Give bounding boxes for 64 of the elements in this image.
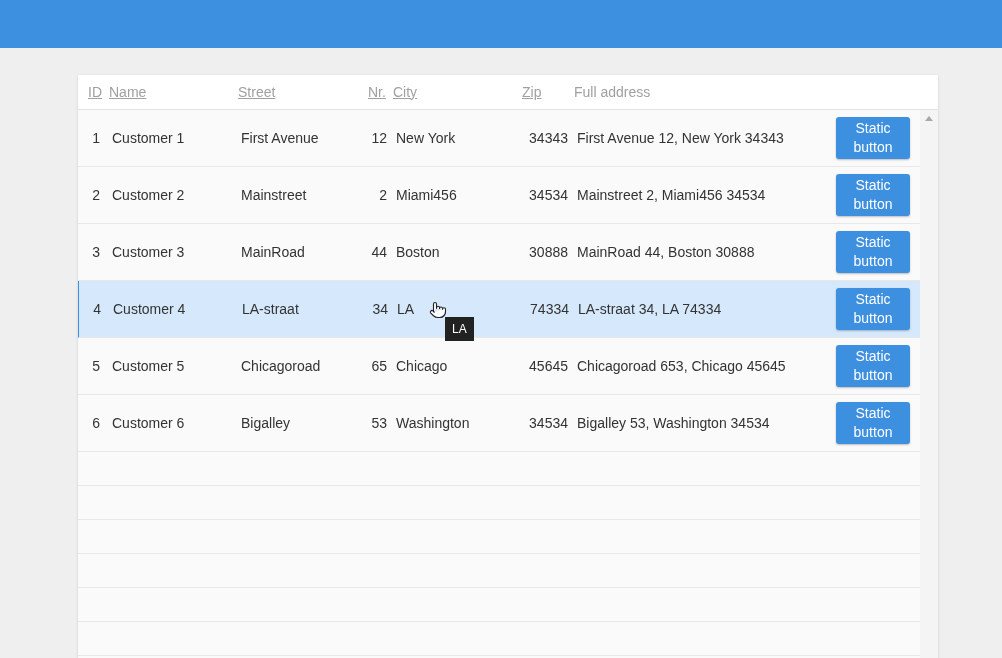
table-cell-text: 53 <box>370 413 388 433</box>
static-button[interactable]: Static button <box>836 174 910 216</box>
static-button[interactable]: Static button <box>836 288 910 330</box>
table-cell-text: 34 <box>371 299 389 319</box>
table-cell: Miami456 <box>396 186 457 203</box>
table-cell-text: Bigalley <box>240 413 292 433</box>
table-cell-text: LA-straat 34, LA 74334 <box>577 299 723 319</box>
column-header[interactable]: Street <box>238 83 276 100</box>
table-cell-text: Customer 1 <box>111 128 186 148</box>
table-cell-text: 65 <box>370 356 388 376</box>
table-cell: Chicago <box>396 357 448 374</box>
table-cell-text: 2 <box>378 185 388 205</box>
tooltip: LA <box>445 316 474 341</box>
table-cell: Boston <box>396 243 440 260</box>
table-cell-text: 3 <box>91 242 101 262</box>
table-row[interactable]: 1 Customer 1 First Avenue 12 New York 34343 First Avenue 12, New York 34343 Static button <box>78 110 920 167</box>
table-cell-text: 6 <box>91 413 101 433</box>
table-cell: New York <box>396 129 456 146</box>
table-cell-text: Customer 4 <box>112 299 187 319</box>
table-cell-text: 4 <box>92 299 102 319</box>
table-cell-text: Mainstreet 2, Miami456 34534 <box>576 185 767 205</box>
column-header[interactable]: Nr. <box>368 83 386 100</box>
table-cell-text: Customer 6 <box>111 413 186 433</box>
table-cell-text: Customer 3 <box>111 242 186 262</box>
table-row[interactable]: 6 Customer 6 Bigalley 53 Washington 34534 Bigalley 53, Washington 34534 Static button <box>78 395 920 452</box>
table-cell-text: Customer 5 <box>111 356 186 376</box>
table-cell-text: 30888 <box>528 242 568 262</box>
table-cell-text: 2 <box>91 185 101 205</box>
static-button[interactable]: Static button <box>836 231 910 273</box>
scrollbar[interactable] <box>920 110 938 658</box>
column-header[interactable]: Name <box>109 83 147 100</box>
table-cell-text: First Avenue 12, New York 34343 <box>576 128 785 148</box>
table-cell-text: 34534 <box>528 413 568 433</box>
scroll-up-arrow-icon[interactable] <box>925 116 933 121</box>
table-cell-text: 74334 <box>529 299 569 319</box>
table-row[interactable]: 2 Customer 2 Mainstreet 2 Miami456 34534 Mainstreet 2, Miami456 34534 Static button <box>78 167 920 224</box>
table-cell-text: 5 <box>91 356 101 376</box>
table-cell-text: First Avenue <box>240 128 320 148</box>
table-cell-text: 34343 <box>528 128 568 148</box>
table-cell-text: Chicagoroad <box>240 356 322 376</box>
table-cell-text: 44 <box>370 242 388 262</box>
table-cell: Washington <box>396 414 470 431</box>
table-cell-text: Customer 2 <box>111 185 186 205</box>
hand-cursor-icon <box>429 300 447 319</box>
table-cell: LA <box>397 300 415 317</box>
column-header[interactable]: City <box>393 83 418 100</box>
static-button[interactable]: Static button <box>836 402 910 444</box>
column-header[interactable]: ID <box>88 83 102 100</box>
table-cell-text: Mainstreet <box>240 185 308 205</box>
table-cell-text: 1 <box>91 128 101 148</box>
table-row[interactable]: 4 Customer 4 LA-straat 34 LA LA 74334 LA-straat 34, LA 74334 Static button <box>78 281 920 338</box>
column-header[interactable]: Zip <box>522 83 542 100</box>
static-button[interactable]: Static button <box>836 117 910 159</box>
table-cell-text: 12 <box>370 128 388 148</box>
table-cell-text: 45645 <box>528 356 568 376</box>
table-row[interactable]: 5 Customer 5 Chicagoroad 65 Chicago 45645 Chicagoroad 653, Chicago 45645 Static button <box>78 338 920 395</box>
static-button[interactable]: Static button <box>836 345 910 387</box>
table-cell-text: MainRoad <box>240 242 306 262</box>
table-cell-text: Chicagoroad 653, Chicago 45645 <box>576 356 787 376</box>
table-cell-text: LA-straat <box>241 299 300 319</box>
column-header: Full address <box>574 83 651 100</box>
table-cell-text: Bigalley 53, Washington 34534 <box>576 413 771 433</box>
table-cell-text: MainRoad 44, Boston 30888 <box>576 242 756 262</box>
table-cell-text: 34534 <box>528 185 568 205</box>
